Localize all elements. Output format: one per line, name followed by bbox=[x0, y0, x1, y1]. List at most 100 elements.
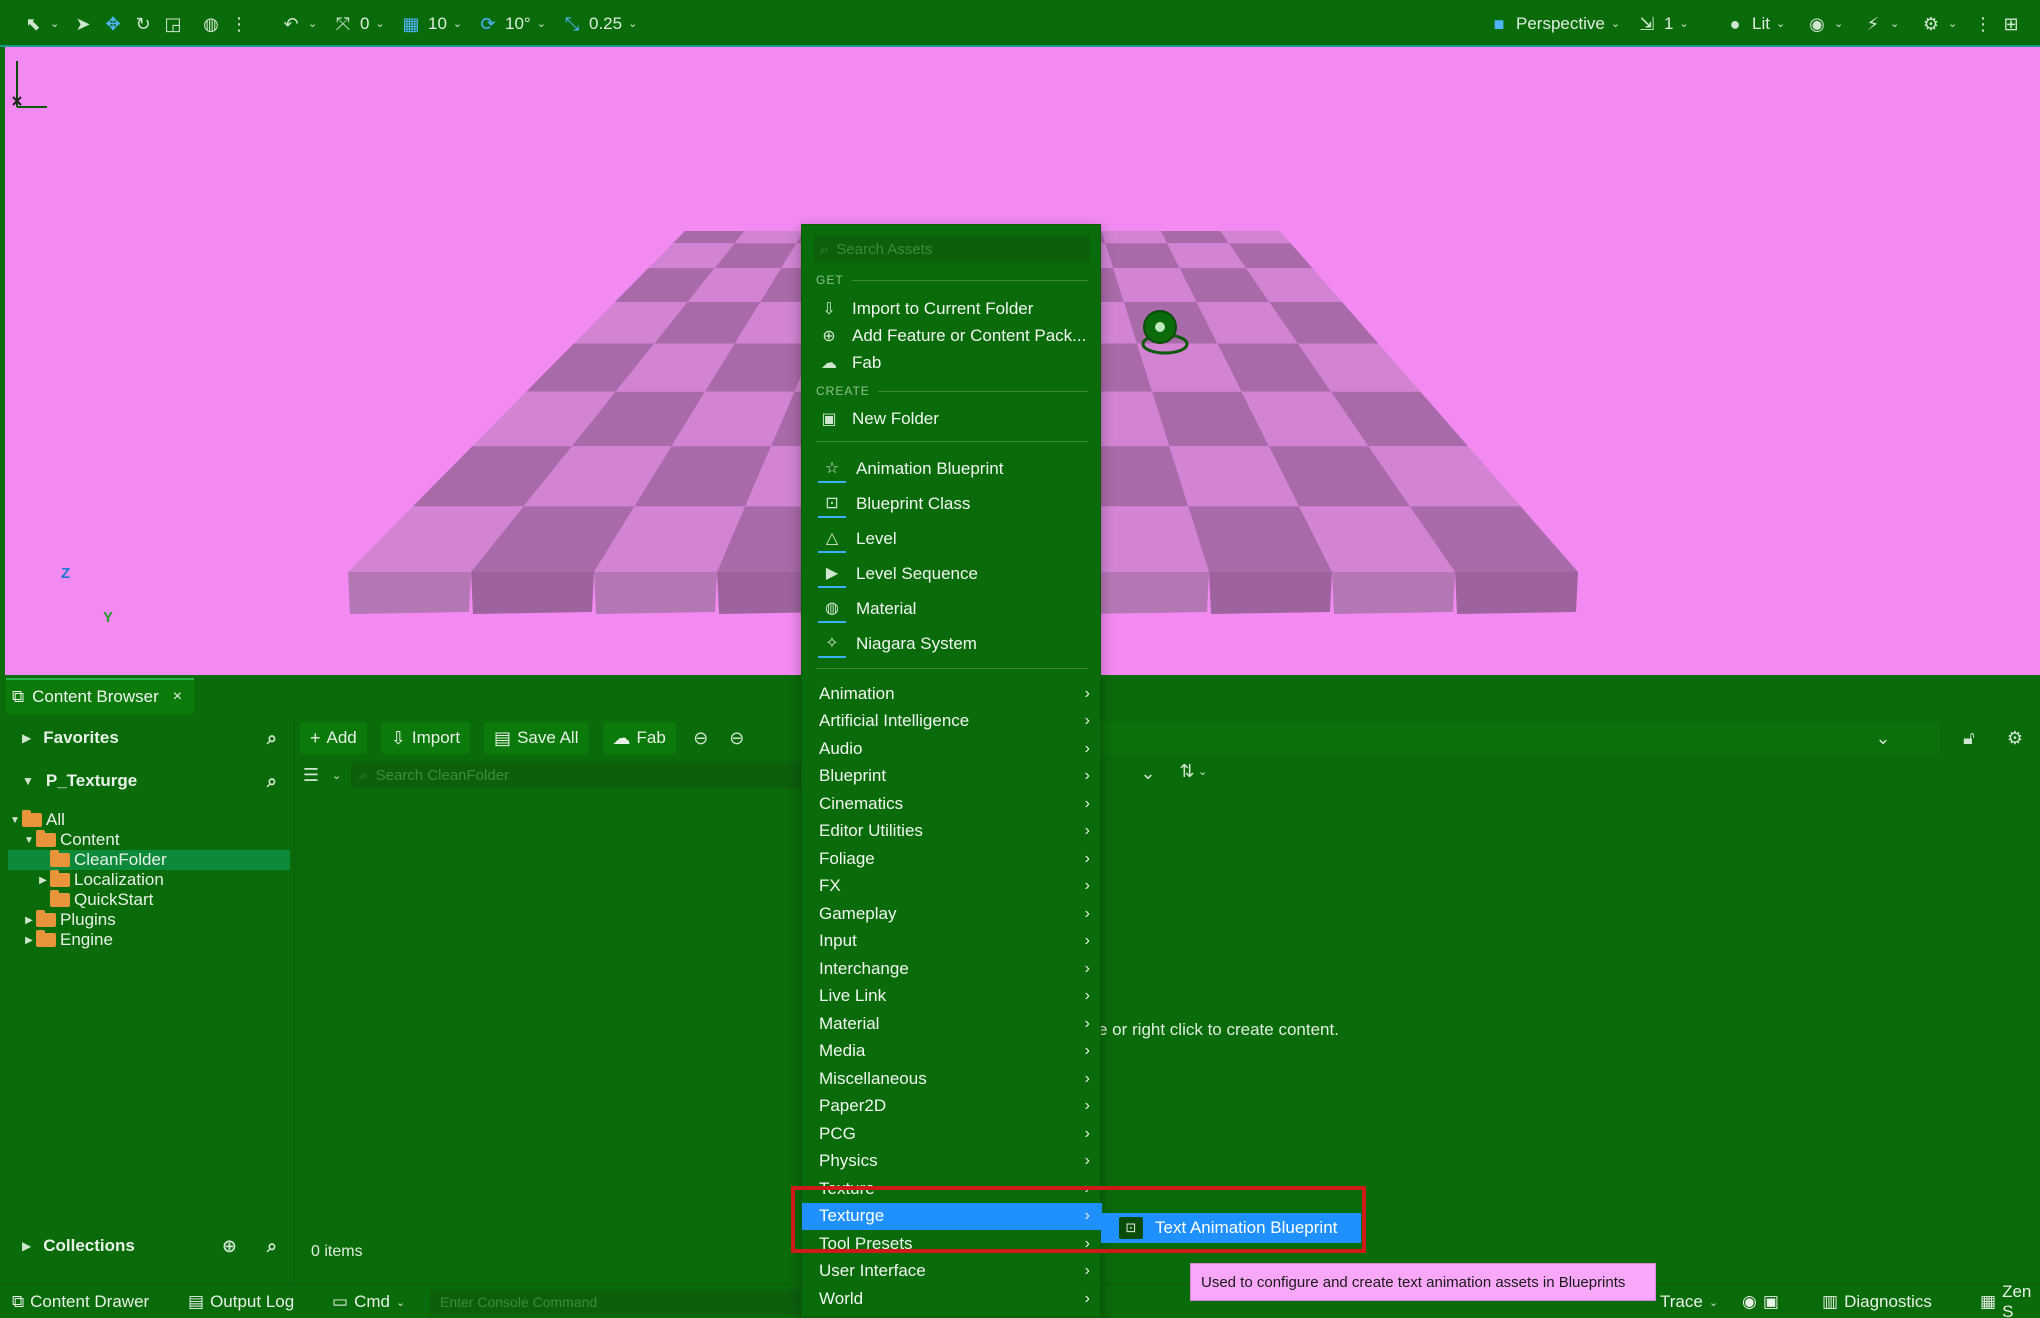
menu-item-import-to-current-folder[interactable]: ⇩ Import to Current Folder bbox=[802, 295, 1102, 323]
menu-category-pcg[interactable]: PCG › bbox=[802, 1120, 1102, 1147]
submenu-item-text-animation-blueprint[interactable]: ⊡ Text Animation Blueprint bbox=[1101, 1213, 1361, 1243]
menu-category-interchange[interactable]: Interchange › bbox=[802, 955, 1102, 982]
menu-category-user-interface[interactable]: User Interface › bbox=[802, 1258, 1102, 1285]
cmd-dropdown[interactable]: ▭ Cmd ⌄ bbox=[332, 1285, 405, 1318]
performance-dropdown[interactable]: ⚡ ⌄ bbox=[1862, 0, 1900, 47]
asset-search-input[interactable]: ⌕ Search CleanFolder bbox=[351, 761, 832, 789]
sort-dropdown[interactable]: ⇅ ⌄ bbox=[1176, 760, 1207, 782]
layout-button[interactable]: ⊞ bbox=[2000, 0, 2022, 47]
tree-item-content[interactable]: ▼ Content bbox=[8, 830, 290, 850]
zen-server-button[interactable]: ▦ Zen S bbox=[1980, 1282, 2040, 1318]
menu-category-texturge[interactable]: Texturge › bbox=[802, 1202, 1102, 1230]
player-start-actor[interactable] bbox=[1135, 302, 1215, 382]
console-command-input[interactable]: Enter Console Command bbox=[430, 1289, 800, 1315]
menu-item-asset[interactable]: ◍ Material bbox=[802, 595, 1102, 623]
import-button[interactable]: ⇩ Import bbox=[380, 722, 471, 754]
menu-category-miscellaneous[interactable]: Miscellaneous › bbox=[802, 1065, 1102, 1092]
globe-icon[interactable]: ◍ bbox=[200, 13, 222, 35]
content-drawer-button[interactable]: ⧉ Content Drawer bbox=[12, 1285, 149, 1318]
chevron-down-icon[interactable]: ⌄ bbox=[332, 769, 341, 782]
record-buttons[interactable]: ◉ ▣ bbox=[1742, 1285, 1779, 1318]
menu-category-tool-presets[interactable]: Tool Presets › bbox=[802, 1230, 1102, 1257]
menu-category-paper2d[interactable]: Paper2D › bbox=[802, 1093, 1102, 1120]
close-icon[interactable]: × bbox=[173, 688, 182, 706]
menu-item-asset[interactable]: △ Level bbox=[802, 525, 1102, 553]
menu-category-input[interactable]: Input › bbox=[802, 928, 1102, 955]
menu-search-input[interactable]: ⌕ Search Assets bbox=[814, 235, 1090, 263]
search-icon[interactable]: ⌕ bbox=[267, 728, 277, 749]
menu-category-media[interactable]: Media › bbox=[802, 1038, 1102, 1065]
add-collection-icon[interactable]: ⊕ bbox=[222, 1236, 237, 1257]
favorites-header[interactable]: ▶ Favorites ⌕ bbox=[0, 718, 295, 758]
tree-item-all[interactable]: ▼ All bbox=[8, 810, 290, 830]
select-arrow-icon[interactable]: ➤ bbox=[72, 13, 94, 35]
menu-category-gameplay[interactable]: Gameplay › bbox=[802, 900, 1102, 927]
show-flags-dropdown[interactable]: ◉ ⌄ bbox=[1806, 0, 1843, 47]
tree-item-localization[interactable]: ▶ Localization bbox=[8, 870, 290, 890]
menu-category-animation[interactable]: Animation › bbox=[802, 680, 1102, 707]
scale-icon[interactable]: ◲ bbox=[162, 13, 184, 35]
rotation-snap[interactable]: ⟳ 10° ⌄ bbox=[477, 0, 545, 47]
menu-category-artificial-intelligence[interactable]: Artificial Intelligence › bbox=[802, 708, 1102, 735]
grid-snap[interactable]: ▦ 10 ⌄ bbox=[400, 0, 462, 47]
menu-category-world[interactable]: World › bbox=[802, 1285, 1102, 1312]
menu-category-live-link[interactable]: Live Link › bbox=[802, 983, 1102, 1010]
more-options-icon[interactable]: ⋮ bbox=[228, 13, 250, 35]
menu-item-asset[interactable]: ⊡ Blueprint Class bbox=[802, 490, 1102, 518]
menu-category-audio[interactable]: Audio › bbox=[802, 735, 1102, 762]
diagnostics-button[interactable]: ▥ Diagnostics bbox=[1822, 1285, 1932, 1318]
chevron-down-icon[interactable]: ▼ bbox=[8, 815, 22, 826]
search-icon[interactable]: ⌕ bbox=[267, 771, 277, 792]
translate-snap[interactable]: ⤧ 0 ⌄ bbox=[332, 0, 385, 47]
chevron-right-icon[interactable]: ▶ bbox=[22, 915, 36, 926]
trace-dropdown[interactable]: Trace ⌄ bbox=[1660, 1285, 1718, 1318]
menu-item-add-feature-pack[interactable]: ⊕ Add Feature or Content Pack... bbox=[802, 322, 1102, 350]
view-mode-dropdown[interactable]: ■ Perspective ⌄ bbox=[1488, 0, 1620, 47]
menu-category-blueprint[interactable]: Blueprint › bbox=[802, 763, 1102, 790]
menu-item-asset[interactable]: ✧ Niagara System bbox=[802, 630, 1102, 658]
settings-dropdown[interactable]: ⚙ ⌄ bbox=[1920, 0, 1957, 47]
content-browser-tab[interactable]: ⧉ Content Browser × bbox=[6, 678, 195, 714]
menu-item-new-folder[interactable]: ▣ New Folder bbox=[802, 405, 1102, 433]
menu-item-fab[interactable]: ☁ Fab bbox=[802, 349, 1102, 377]
menu-category-material[interactable]: Material › bbox=[802, 1010, 1102, 1037]
chevron-right-icon[interactable]: ▶ bbox=[36, 875, 50, 886]
history-forward-icon[interactable]: ⊖ bbox=[726, 727, 748, 749]
surface-snap[interactable]: ↶ ⌄ bbox=[280, 0, 317, 47]
menu-item-asset[interactable]: ☆ Animation Blueprint bbox=[802, 455, 1102, 483]
tree-item-engine[interactable]: ▶ Engine bbox=[8, 930, 290, 950]
history-back-icon[interactable]: ⊖ bbox=[690, 727, 712, 749]
more-viewport-options[interactable]: ⋮ bbox=[1972, 0, 1994, 47]
menu-category-fx[interactable]: FX › bbox=[802, 873, 1102, 900]
scale-snap[interactable]: ⤡ 0.25 ⌄ bbox=[561, 0, 638, 47]
menu-item-asset[interactable]: ▶ Level Sequence bbox=[802, 560, 1102, 588]
chevron-down-icon[interactable]: ⌄ bbox=[1137, 762, 1159, 784]
move-icon[interactable]: ✥ bbox=[102, 13, 124, 35]
chevron-down-icon[interactable]: ⌄ bbox=[1872, 727, 1894, 749]
menu-category-cinematics[interactable]: Cinematics › bbox=[802, 790, 1102, 817]
tree-item-plugins[interactable]: ▶ Plugins bbox=[8, 910, 290, 930]
project-header[interactable]: ▼ P_Texturge ⌕ bbox=[0, 761, 295, 801]
chevron-down-icon[interactable]: ▼ bbox=[22, 835, 36, 846]
menu-category-editor-utilities[interactable]: Editor Utilities › bbox=[802, 818, 1102, 845]
lighting-mode-dropdown[interactable]: ● Lit ⌄ bbox=[1724, 0, 1786, 47]
camera-speed-dropdown[interactable]: ⇲ 1 ⌄ bbox=[1636, 0, 1688, 47]
filter-icon[interactable]: ☰ bbox=[300, 764, 322, 786]
collections-header[interactable]: ▶ Collections ⊕ ⌕ bbox=[0, 1226, 295, 1266]
lock-icon[interactable]: 🔓︎ bbox=[1958, 727, 1980, 749]
search-icon[interactable]: ⌕ bbox=[267, 1236, 277, 1257]
save-all-button[interactable]: ▤ Save All bbox=[484, 722, 589, 754]
menu-category-foliage[interactable]: Foliage › bbox=[802, 845, 1102, 872]
output-log-button[interactable]: ▤ Output Log bbox=[188, 1285, 294, 1318]
tree-item-quickstart[interactable]: QuickStart bbox=[8, 890, 290, 910]
gear-icon[interactable]: ⚙ bbox=[2004, 727, 2026, 749]
select-mode-icon[interactable]: ⬉ bbox=[22, 13, 44, 35]
menu-category-texture[interactable]: Texture › bbox=[802, 1175, 1102, 1202]
fab-button[interactable]: ☁ Fab bbox=[602, 722, 676, 754]
add-button[interactable]: + Add bbox=[300, 722, 367, 754]
menu-category-physics[interactable]: Physics › bbox=[802, 1148, 1102, 1175]
chevron-right-icon[interactable]: ▶ bbox=[22, 935, 36, 946]
tree-item-cleanfolder[interactable]: CleanFolder bbox=[8, 850, 290, 870]
rotate-icon[interactable]: ↻ bbox=[132, 13, 154, 35]
chevron-down-icon[interactable]: ⌄ bbox=[50, 17, 59, 30]
